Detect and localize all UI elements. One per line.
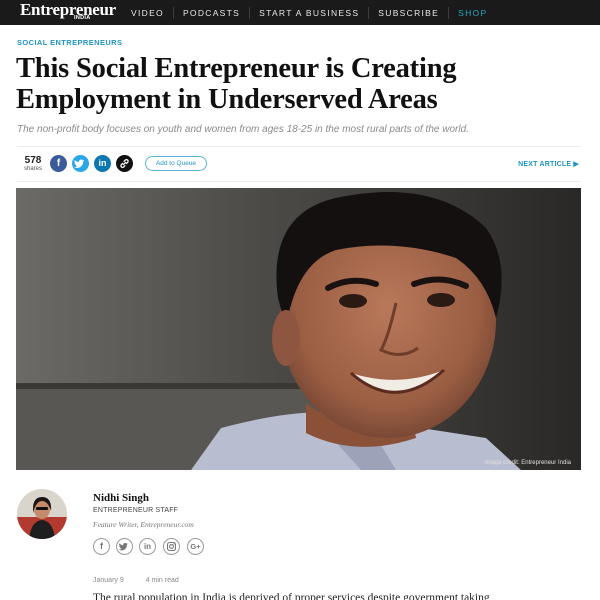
article-read-time: 4 min read xyxy=(145,577,179,584)
share-bar: 578 shares f in Add to Queue NEXT ARTICL… xyxy=(17,146,581,182)
linkedin-icon[interactable]: in xyxy=(94,155,111,172)
play-arrow-icon: ▶ xyxy=(573,161,579,168)
author-avatar[interactable] xyxy=(17,489,67,539)
twitter-icon[interactable] xyxy=(72,155,89,172)
link-icon[interactable] xyxy=(116,155,133,172)
article-body: The rural population in India is deprive… xyxy=(93,592,490,600)
article-subhead: The non-profit body focuses on youth and… xyxy=(17,124,469,135)
top-navigation: Entrepreneur INDIA VIDEO PODCASTS START … xyxy=(0,0,600,25)
nav-link-start-a-business[interactable]: START A BUSINESS xyxy=(249,6,368,19)
nav-link-video[interactable]: VIDEO xyxy=(122,7,173,19)
share-count-number: 578 xyxy=(24,155,42,166)
site-logo[interactable]: Entrepreneur xyxy=(20,1,116,18)
hero-image: Image credit: Entrepreneur India xyxy=(16,188,581,470)
portrait-illustration xyxy=(16,188,581,470)
article-meta: January 9 4 min read xyxy=(93,577,199,584)
nav-link-subscribe[interactable]: SUBSCRIBE xyxy=(368,6,448,19)
nav-link-shop[interactable]: SHOP xyxy=(448,6,496,19)
article-headline: This Social Entrepreneur is Creating Emp… xyxy=(16,53,457,115)
author-title: Feature Writer, Entrepreneur.com xyxy=(93,520,194,529)
add-to-queue-button[interactable]: Add to Queue xyxy=(145,156,207,171)
share-count-label: shares xyxy=(23,166,42,172)
author-google-plus-icon[interactable]: G+ xyxy=(187,538,204,555)
article-category[interactable]: SOCIAL ENTREPRENEURS xyxy=(17,38,122,47)
nav-link-podcasts[interactable]: PODCASTS xyxy=(172,6,249,19)
author-role: ENTREPRENEUR STAFF xyxy=(93,507,179,514)
author-name[interactable]: Nidhi Singh xyxy=(93,492,149,504)
share-count: 578 shares xyxy=(22,155,44,173)
site-logo-sub: INDIA xyxy=(74,15,91,21)
next-article-link[interactable]: NEXT ARTICLE ▶ xyxy=(518,160,579,168)
author-instagram-icon[interactable] xyxy=(163,538,180,555)
author-facebook-icon[interactable]: f xyxy=(93,538,110,555)
author-twitter-icon[interactable] xyxy=(116,538,133,555)
image-credit: Image credit: Entrepreneur India xyxy=(484,460,571,466)
next-article-label: NEXT ARTICLE xyxy=(518,161,572,168)
article-date: January 9 xyxy=(93,577,124,584)
author-linkedin-icon[interactable]: in xyxy=(139,538,156,555)
facebook-icon[interactable]: f xyxy=(50,155,67,172)
nav-links: VIDEO PODCASTS START A BUSINESS SUBSCRIB… xyxy=(122,0,496,25)
